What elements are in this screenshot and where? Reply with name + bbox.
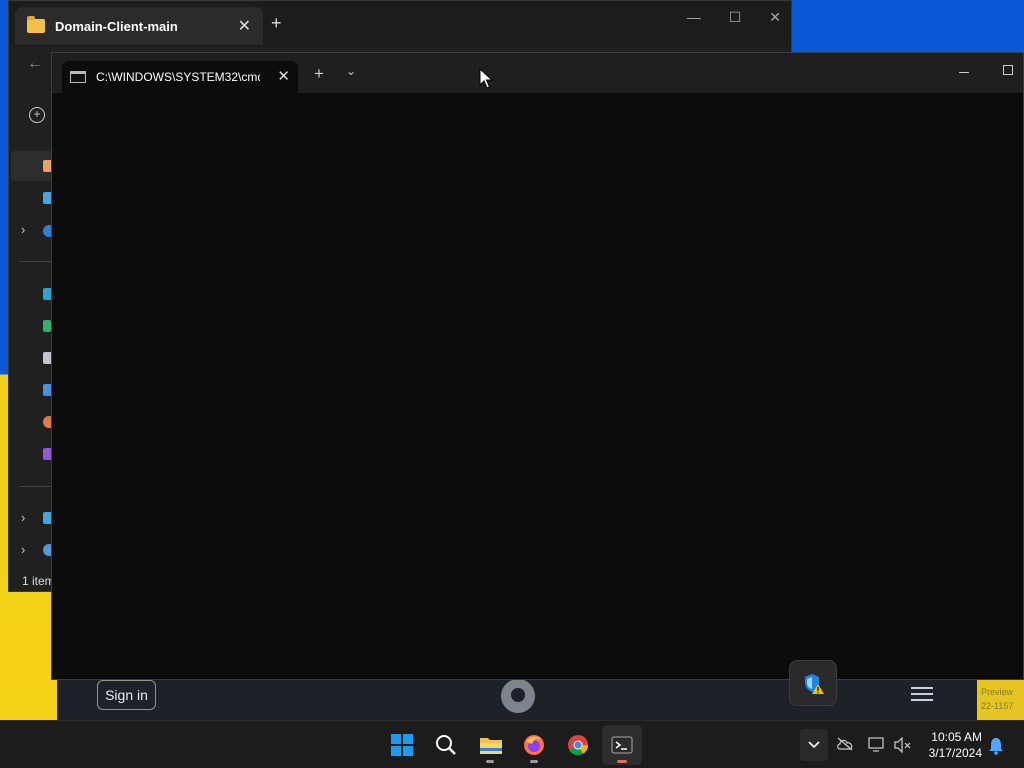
file-explorer-taskbar-button[interactable] <box>470 725 510 765</box>
explorer-window-controls: — ☐ ✕ <box>687 9 781 26</box>
taskbar: 10:05 AM 3/17/2024 <box>0 720 1024 768</box>
explorer-tab-close-button[interactable]: ✕ <box>238 16 251 36</box>
terminal-new-tab-button[interactable]: + <box>314 64 324 84</box>
onedrive-offline-icon[interactable] <box>836 737 854 751</box>
cmd-icon <box>70 71 86 83</box>
terminal-maximize-button[interactable] <box>1003 65 1013 75</box>
terminal-minimize-button[interactable] <box>959 72 969 73</box>
notification-bell-icon[interactable] <box>988 737 1004 755</box>
search-button[interactable] <box>426 725 466 765</box>
show-hidden-icons-button[interactable] <box>800 729 828 761</box>
folder-icon <box>480 738 502 754</box>
explorer-minimize-button[interactable]: — <box>687 9 701 26</box>
start-button[interactable] <box>382 725 422 765</box>
chrome-icon <box>568 735 589 756</box>
downloads-icon[interactable] <box>43 320 51 332</box>
firefox-icon <box>524 735 544 755</box>
browser-page-strip: Sign in <box>57 677 975 720</box>
hamburger-menu-icon[interactable] <box>911 687 933 701</box>
explorer-status-text: 1 item <box>22 574 55 588</box>
network-icon[interactable] <box>868 737 886 753</box>
terminal-window-controls <box>959 65 1013 75</box>
sidebar-item-home[interactable] <box>11 151 55 181</box>
explorer-maximize-button[interactable]: ☐ <box>729 9 742 26</box>
chevron-right-icon[interactable]: › <box>21 510 25 525</box>
clock-date: 3/17/2024 <box>928 746 982 760</box>
clock-time: 10:05 AM <box>931 730 982 744</box>
volume-muted-icon[interactable] <box>894 737 912 753</box>
back-arrow-icon[interactable]: ← <box>27 55 43 73</box>
shield-warning-icon <box>805 674 824 694</box>
chevron-right-icon[interactable]: › <box>21 542 25 557</box>
chevron-up-icon <box>808 741 820 749</box>
terminal-window[interactable]: C:\WINDOWS\SYSTEM32\cmd.exe ✕ + ⌄ <box>51 52 1024 680</box>
chrome-taskbar-button[interactable] <box>558 725 598 765</box>
edge-text-line2: 22-1157 <box>981 701 1014 711</box>
new-item-icon[interactable]: + <box>29 107 45 123</box>
running-indicator <box>617 760 627 763</box>
background-window-edge: Preview 22-1157 <box>975 677 1024 720</box>
terminal-console-area[interactable] <box>52 93 1023 679</box>
explorer-titlebar[interactable]: Domain-Client-main ✕ + — ☐ ✕ <box>9 1 791 47</box>
sidebar-divider <box>19 261 55 262</box>
firefox-taskbar-button[interactable] <box>514 725 554 765</box>
windows-logo-icon <box>391 734 413 756</box>
terminal-titlebar[interactable]: C:\WINDOWS\SYSTEM32\cmd.exe ✕ + ⌄ <box>52 53 1023 93</box>
explorer-tab[interactable]: Domain-Client-main ✕ <box>15 7 263 45</box>
chevron-right-icon[interactable]: › <box>21 222 25 237</box>
system-clock[interactable]: 10:05 AM 3/17/2024 <box>918 729 982 761</box>
edge-text-line1: Preview <box>981 687 1014 697</box>
explorer-tab-title: Domain-Client-main <box>55 18 178 34</box>
sign-in-button[interactable]: Sign in <box>97 680 156 710</box>
terminal-tab-close-button[interactable]: ✕ <box>277 67 290 85</box>
running-indicator <box>530 760 538 763</box>
terminal-tab-title: C:\WINDOWS\SYSTEM32\cmd.exe <box>96 70 260 84</box>
search-icon <box>436 735 456 755</box>
sidebar-divider <box>19 486 55 487</box>
mouse-cursor-icon <box>479 68 493 89</box>
terminal-tab[interactable]: C:\WINDOWS\SYSTEM32\cmd.exe ✕ <box>62 61 298 93</box>
security-notification-tile[interactable] <box>789 660 837 706</box>
terminal-taskbar-button[interactable] <box>602 725 642 765</box>
terminal-dropdown-chevron-icon[interactable]: ⌄ <box>346 64 356 78</box>
running-indicator <box>486 760 494 763</box>
github-logo-icon[interactable] <box>501 679 535 713</box>
folder-icon <box>27 16 45 33</box>
explorer-close-button[interactable]: ✕ <box>769 9 781 26</box>
terminal-icon <box>611 736 633 754</box>
explorer-new-tab-button[interactable]: + <box>271 13 282 34</box>
